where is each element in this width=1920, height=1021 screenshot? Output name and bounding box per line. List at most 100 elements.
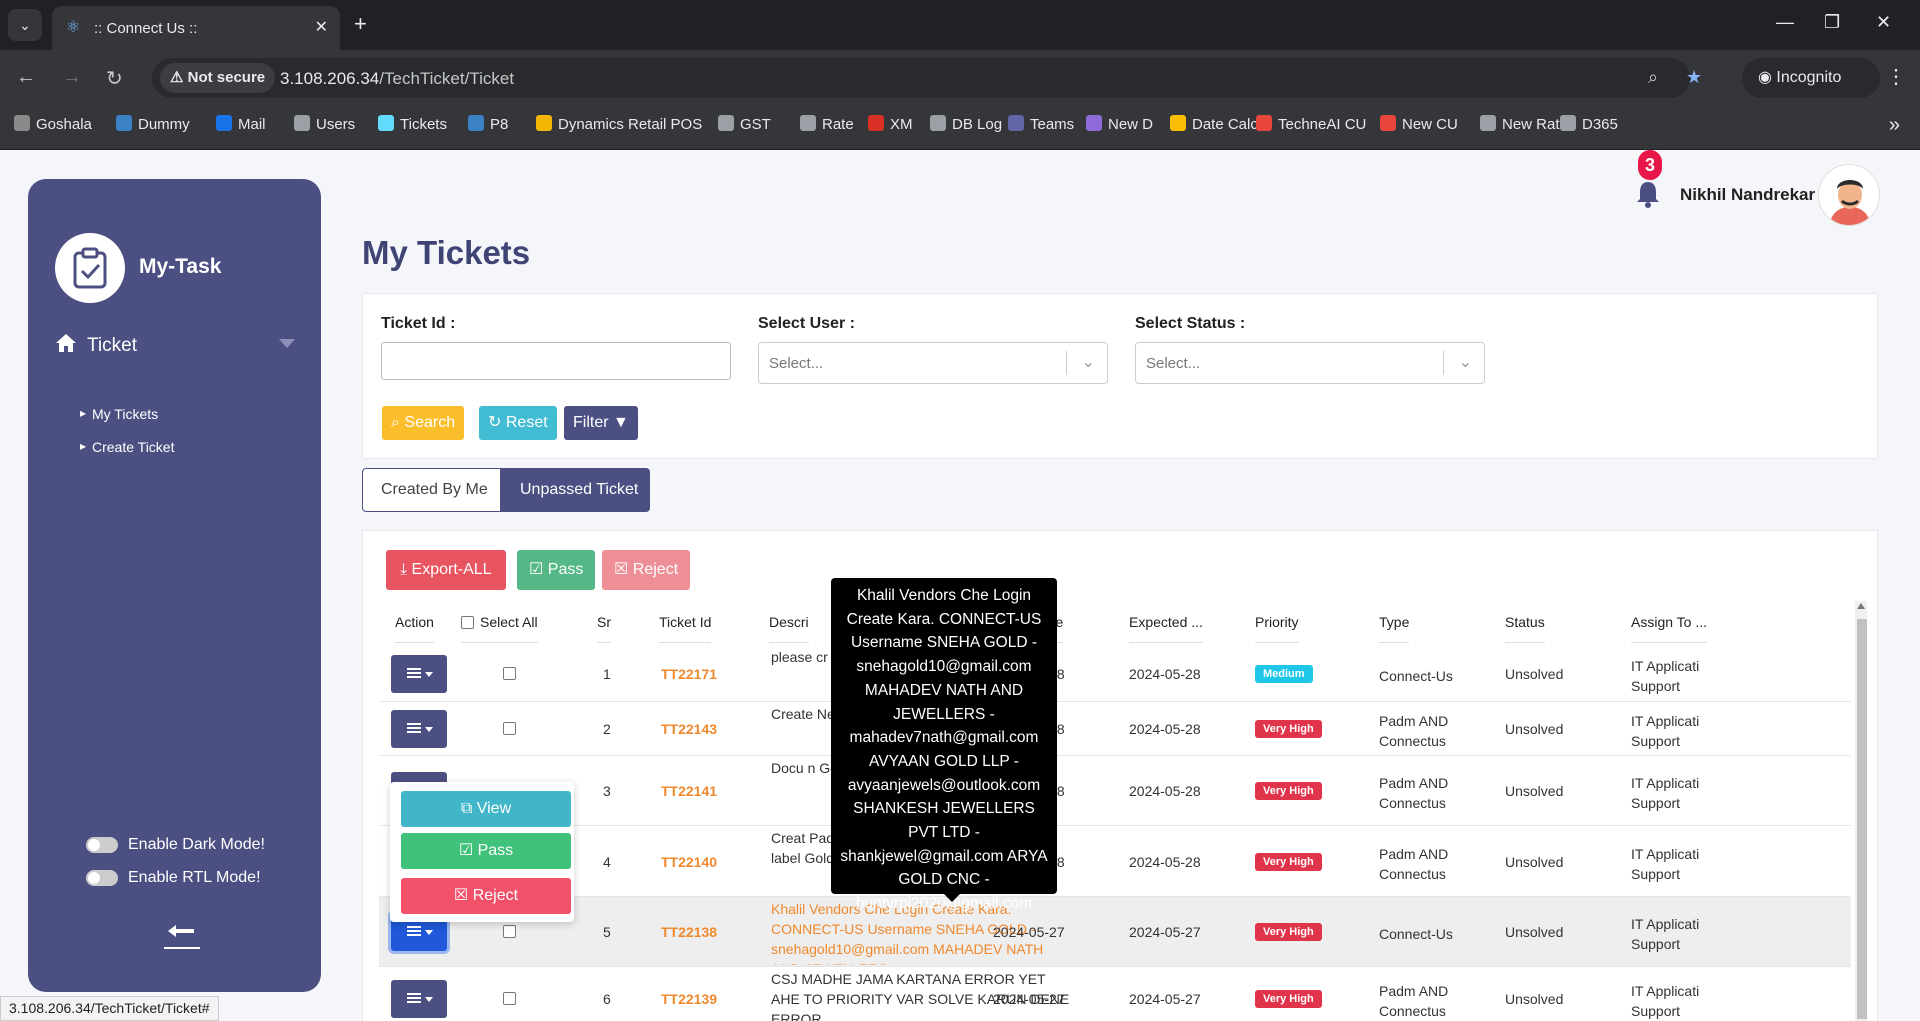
select-all-checkbox[interactable] [461,616,474,629]
pass-action-button[interactable]: ☑ Pass [401,833,571,869]
export-all-button[interactable]: ⤓ Export-ALL [386,550,506,590]
tab-close-icon[interactable]: ✕ [315,17,328,37]
ticket-id-link[interactable]: TT22141 [661,783,717,799]
column-header: Type [1379,601,1410,643]
bookmark-item[interactable]: New D [1086,108,1153,142]
sidebar-item-create-ticket[interactable]: Create Ticket [80,439,175,455]
row-action-button[interactable] [391,980,447,1018]
reject-button[interactable]: ☒ Reject [602,550,691,590]
zoom-icon[interactable]: ⌕ [1648,67,1658,88]
security-chip[interactable]: ⚠ Not secure [160,63,276,93]
bookmark-item[interactable]: New Rate [1480,108,1568,142]
bookmark-item[interactable]: Date Calc [1170,108,1258,142]
select-user-dropdown[interactable]: Select... ⌄ [758,342,1108,384]
column-header-label: Type [1379,614,1410,630]
incognito-icon: ◉ [1758,69,1777,86]
rtl-mode-toggle[interactable] [86,870,118,886]
bookmark-label: Teams [1030,116,1075,133]
bookmark-favicon-icon [718,115,734,131]
column-header-label: Select All [480,614,538,630]
view-button[interactable]: ⧉ View [401,791,571,827]
row-checkbox[interactable] [503,667,516,680]
bookmark-item[interactable]: New CU [1380,108,1458,142]
forward-icon[interactable]: → [62,66,82,89]
expected-date-cell: 2024-05-28 [1129,666,1201,682]
bookmarks-overflow-icon[interactable]: » [1889,114,1900,137]
bookmark-item[interactable]: Teams [1008,108,1074,142]
chevron-down-icon: ⌄ [1458,354,1472,371]
bookmark-item[interactable]: GST [718,108,771,142]
bookmark-item[interactable]: TechneAI CU [1256,108,1366,142]
bookmark-item[interactable]: Tickets [378,108,447,142]
row-action-button[interactable] [391,710,447,748]
bookmark-item[interactable]: Dummy [116,108,190,142]
bookmark-favicon-icon [378,115,394,131]
row-action-button[interactable] [391,655,447,693]
close-window-icon[interactable]: ✕ [1876,12,1891,33]
bookmark-item[interactable]: Dynamics Retail POS [536,108,702,142]
bookmark-item[interactable]: DB Log [930,108,1002,142]
dark-mode-toggle[interactable] [86,837,118,853]
check-square-icon: ☑ [529,561,548,578]
browser-menu-icon[interactable]: ⋮ [1886,64,1906,89]
scrollbar-thumb[interactable] [1857,619,1867,1019]
back-icon[interactable]: ← [16,66,36,89]
row-checkbox[interactable] [503,925,516,938]
bookmark-item[interactable]: Users [294,108,355,142]
new-tab-icon[interactable]: + [354,11,367,37]
select-status-label: Select Status : [1135,315,1246,332]
sr-cell: 6 [603,991,611,1007]
bookmark-favicon-icon [800,115,816,131]
pass-button[interactable]: ☑ Pass [517,550,596,590]
bookmark-item[interactable]: P8 [468,108,508,142]
column-header: Descri [769,601,809,643]
sidebar-item-ticket[interactable]: Ticket [55,331,295,361]
reload-icon[interactable]: ↻ [106,66,123,91]
collapse-sidebar-icon[interactable] [162,921,202,951]
tab-search-button[interactable]: ⌄ [8,9,42,41]
select-status-dropdown[interactable]: Select... ⌄ [1135,342,1485,384]
ticket-id-link[interactable]: TT22139 [661,991,717,1007]
scroll-up-icon[interactable] [1857,603,1865,609]
bookmark-item[interactable]: XM [868,108,913,142]
table-scrollbar[interactable] [1855,601,1867,1021]
address-bar[interactable]: ⚠ Not secure 3.108.206.34/TechTicket/Tic… [152,58,1702,98]
reset-button[interactable]: ↻ Reset [479,406,557,440]
ticket-id-link[interactable]: TT22138 [661,924,717,940]
bookmark-item[interactable]: D365 [1560,108,1618,142]
ticket-id-link[interactable]: TT22143 [661,721,717,737]
tab-created-by-me[interactable]: Created By Me [362,468,501,512]
column-header[interactable]: Select All [461,601,538,643]
bookmark-label: GST [740,116,771,133]
bookmark-label: New CU [1402,116,1458,133]
bookmark-item[interactable]: Goshala [14,108,92,142]
minimize-icon[interactable]: — [1776,12,1794,33]
avatar[interactable] [1818,164,1880,226]
download-icon: ⤓ [400,561,412,578]
reject-action-button[interactable]: ☒ Reject [401,878,571,914]
tab-unpassed-ticket[interactable]: Unpassed Ticket [501,468,650,512]
chevron-down-icon[interactable] [279,339,295,348]
search-button[interactable]: ⌕ Search [382,406,465,440]
bookmark-label: Users [316,116,356,133]
row-checkbox[interactable] [503,992,516,1005]
incognito-chip[interactable]: ◉ Incognito [1742,58,1880,98]
browser-tab-bar: ⌄ ⚛ :: Connect Us :: ✕ + — ❐ ✕ [0,0,1920,50]
filter-button[interactable]: Filter ▼ [564,406,638,440]
assign-to-cell: IT Applicati Support [1631,775,1700,811]
refresh-icon: ↻ [488,414,506,431]
bell-icon[interactable] [1636,180,1660,208]
search-icon: ⌕ [391,414,405,431]
browser-tab[interactable]: ⚛ :: Connect Us :: ✕ [52,6,340,50]
sr-cell: 2 [603,721,611,737]
ticket-id-link[interactable]: TT22140 [661,854,717,870]
bookmark-label: XM [890,116,913,133]
sidebar-item-my-tickets[interactable]: My Tickets [80,406,158,422]
bookmark-item[interactable]: Rate [800,108,854,142]
bookmark-item[interactable]: Mail [216,108,266,142]
bookmark-star-icon[interactable]: ★ [1686,67,1702,88]
restore-icon[interactable]: ❐ [1824,12,1840,33]
ticket-id-link[interactable]: TT22171 [661,666,717,682]
row-checkbox[interactable] [503,722,516,735]
ticket-id-input[interactable] [381,342,731,380]
